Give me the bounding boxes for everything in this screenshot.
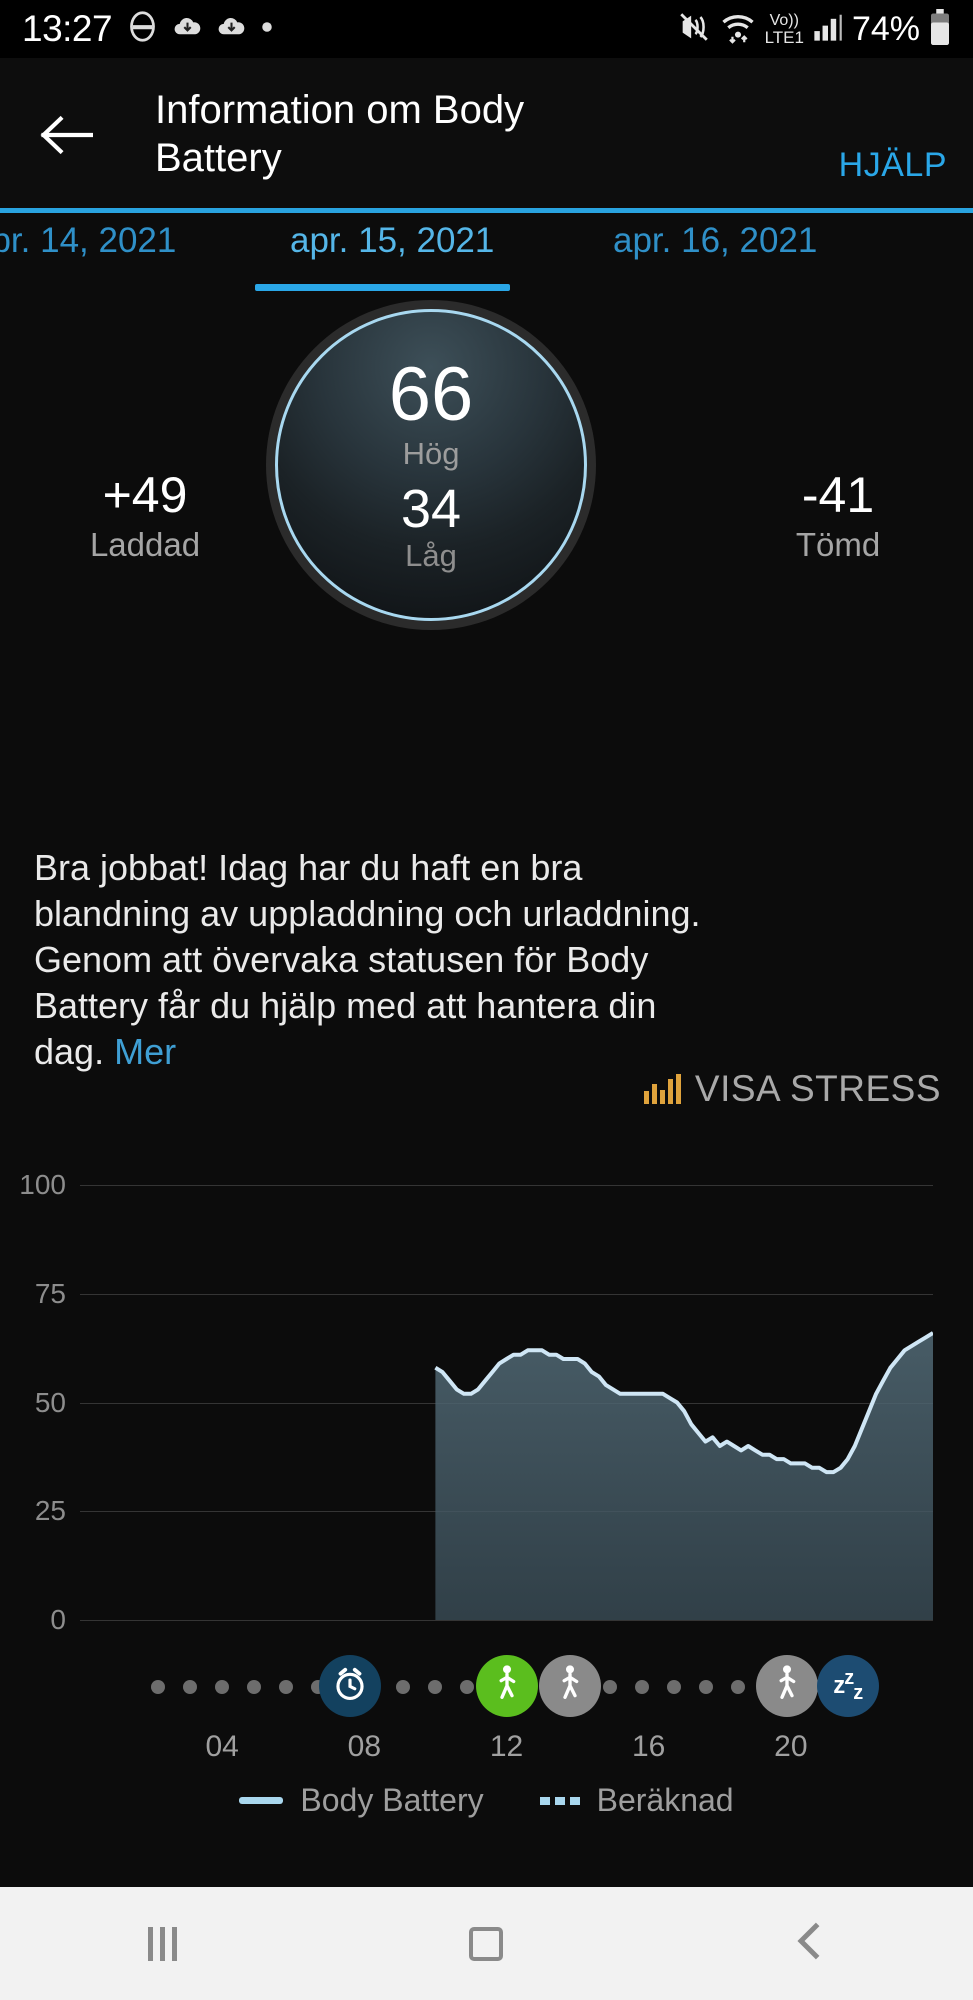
- volvo-icon: [126, 10, 159, 48]
- charged-label: Laddad: [89, 526, 201, 563]
- dot-icon: [260, 20, 274, 39]
- signal-bars-icon: [813, 12, 843, 47]
- drained-label: Tömd: [795, 526, 881, 563]
- timeline-dot: [666, 1680, 681, 1694]
- gauge-high-label: Hög: [402, 436, 460, 471]
- help-button[interactable]: HJÄLP: [839, 146, 947, 185]
- x-tick-label: 20: [774, 1730, 808, 1763]
- status-clock: 13:27: [22, 8, 113, 49]
- back-arrow-icon: [39, 113, 94, 162]
- legend-dotted-label: Beräknad: [596, 1782, 734, 1818]
- legend-dotted-swatch: [539, 1796, 580, 1805]
- timeline-dot: [428, 1680, 443, 1694]
- timeline-badge-sleep-zzz-icon[interactable]: zzz: [816, 1655, 879, 1717]
- timeline-dot: [183, 1680, 198, 1694]
- gauge-low-label: Låg: [405, 538, 457, 573]
- recents-icon: [147, 1926, 177, 1961]
- description-text: Bra jobbat! Idag har du haft en bra blan…: [34, 845, 734, 1075]
- chart-x-axis: 04 08 12 16 20: [0, 1730, 973, 1775]
- status-bar: 13:27 Vo)) LTE1 74%: [0, 0, 973, 58]
- status-notification-icons: [126, 10, 274, 48]
- x-tick-label: 16: [631, 1730, 666, 1763]
- body-battery-gauge: +49 Laddad -41 Tömd 66 Hög 34 Låg: [0, 300, 973, 630]
- legend-solid-swatch: [239, 1797, 284, 1804]
- drained-stat: -41 Tömd: [755, 468, 921, 564]
- y-tick-label: 100: [19, 1169, 66, 1200]
- nav-back-icon: [794, 1921, 828, 1966]
- gauge-low-value: 34: [400, 479, 462, 539]
- timeline-dot: [730, 1680, 745, 1694]
- y-tick-label: 0: [50, 1604, 66, 1635]
- timeline-badge-alarm-clock-icon[interactable]: [319, 1655, 382, 1717]
- x-tick-label: 12: [489, 1730, 524, 1763]
- timeline-badge-walking-figure-icon[interactable]: [756, 1655, 819, 1717]
- x-tick-label: 04: [205, 1730, 239, 1763]
- y-tick-label: 25: [34, 1495, 66, 1527]
- stress-bars-icon: [643, 1074, 681, 1104]
- gauge-high-value: 66: [388, 352, 474, 437]
- drained-value: -41: [801, 467, 875, 523]
- walking-figure-icon: [770, 1664, 804, 1709]
- wifi-icon: [720, 10, 756, 49]
- battery-icon: [929, 8, 951, 50]
- timeline-dot: [634, 1680, 649, 1694]
- date-tab-current[interactable]: apr. 15, 2021: [290, 221, 494, 261]
- cloud-sync-icon: [216, 11, 247, 47]
- vibrate-off-icon: [677, 10, 711, 49]
- walking-figure-icon: [490, 1664, 524, 1709]
- status-system-icons: Vo)) LTE1 74%: [677, 8, 951, 50]
- timeline-dot: [151, 1680, 166, 1694]
- timeline-dot: [247, 1680, 262, 1694]
- chart-plot-area: [80, 1150, 933, 1640]
- phone-screen: 13:27 Vo)) LTE1 74% Information om Body …: [0, 0, 973, 2000]
- legend-item-body-battery: Body Battery: [239, 1782, 484, 1819]
- timeline-dot: [279, 1680, 294, 1694]
- chart-svg: [434, 1331, 933, 1620]
- y-tick-label: 75: [34, 1277, 66, 1309]
- timeline-dot: [460, 1680, 475, 1694]
- gauge-inner-circle: 66 Hög 34 Låg: [275, 309, 587, 621]
- legend-item-estimated: Beräknad: [539, 1782, 734, 1819]
- system-nav-bar: [0, 1887, 973, 2000]
- date-tab-previous[interactable]: apr. 14, 2021: [0, 221, 176, 261]
- charged-value: +49: [102, 467, 188, 523]
- y-tick-label: 50: [34, 1386, 66, 1418]
- date-tab-next[interactable]: apr. 16, 2021: [613, 221, 817, 261]
- timeline-badge-walking-figure-icon[interactable]: [539, 1655, 602, 1717]
- cloud-sync-icon: [172, 11, 203, 47]
- legend-solid-label: Body Battery: [300, 1782, 484, 1818]
- volte-bottom-label: LTE1: [764, 27, 804, 47]
- home-icon: [469, 1926, 504, 1961]
- nav-home-button[interactable]: [426, 1909, 546, 1979]
- more-link[interactable]: Mer: [114, 1031, 176, 1072]
- chart-legend: Body Battery Beräknad: [0, 1782, 973, 1819]
- back-button[interactable]: [34, 110, 98, 164]
- date-tab-indicator: [255, 284, 510, 291]
- timeline-dot: [396, 1680, 411, 1694]
- volte-icon: Vo)) LTE1: [764, 11, 804, 47]
- timeline-dot: [602, 1680, 617, 1694]
- nav-back-button[interactable]: [751, 1909, 871, 1979]
- battery-percent: 74%: [851, 9, 920, 48]
- nav-recents-button[interactable]: [102, 1909, 222, 1979]
- timeline-dot: [215, 1680, 230, 1694]
- charged-stat: +49 Laddad: [62, 468, 228, 564]
- app-bar: Information om Body Battery HJÄLP: [0, 58, 973, 210]
- timeline-dot: [698, 1680, 713, 1694]
- body-battery-chart[interactable]: 100 75 50 25 0: [0, 1150, 973, 1650]
- x-tick-label: 08: [347, 1730, 382, 1763]
- alarm-clock-icon: [331, 1665, 369, 1708]
- date-tab-strip[interactable]: apr. 14, 2021 apr. 15, 2021 apr. 16, 202…: [0, 213, 973, 293]
- page-title: Information om Body Battery: [155, 88, 525, 180]
- gauge-outer-ring: 66 Hög 34 Låg: [266, 300, 596, 630]
- timeline-badge-walking-figure-icon[interactable]: [475, 1655, 538, 1717]
- chart-area-fill: [435, 1332, 933, 1620]
- sleep-zzz-icon: zzz: [833, 1667, 863, 1704]
- walking-figure-icon: [553, 1664, 587, 1709]
- volte-top-label: Vo)): [769, 11, 799, 29]
- show-stress-button[interactable]: VISA STRESS: [643, 1068, 941, 1110]
- show-stress-label: VISA STRESS: [694, 1068, 941, 1109]
